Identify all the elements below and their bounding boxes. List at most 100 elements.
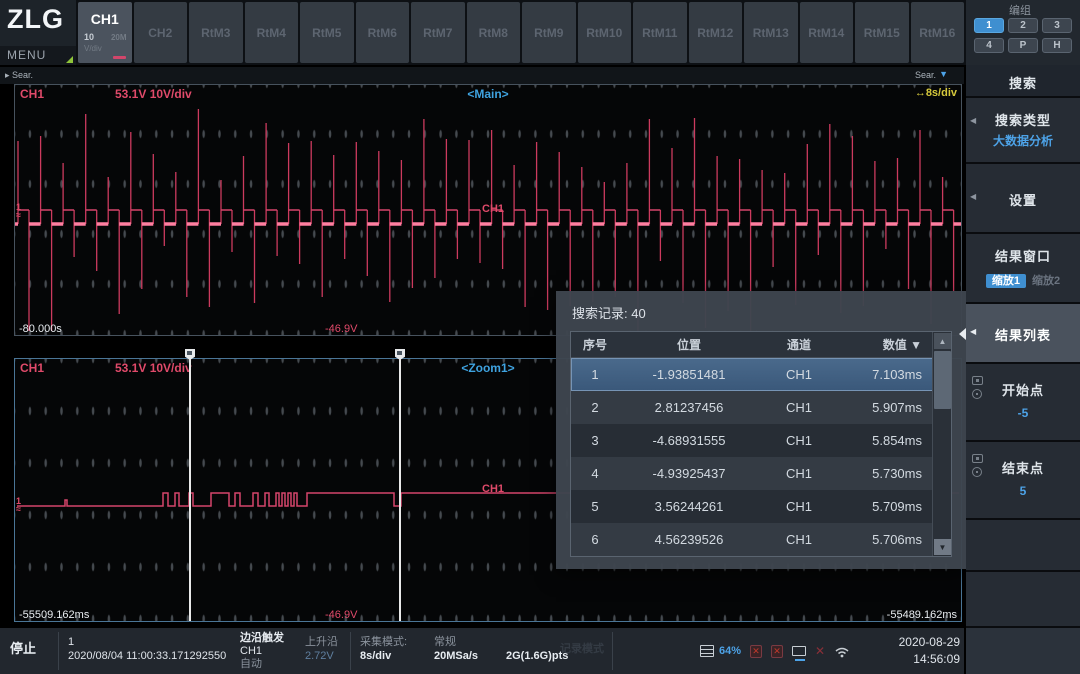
- tab-rtm9[interactable]: RtM9: [522, 2, 576, 63]
- separator: [350, 632, 351, 670]
- search-type-value: 大数据分析: [966, 132, 1080, 149]
- group-buttons: 123 4PH: [974, 18, 1074, 53]
- table-row[interactable]: 22.81237456CH15.907ms: [571, 391, 951, 424]
- oscilloscope-screen: ZLG MENU CH110V/div20MCH2RtM3RtM4RtM5RtM…: [0, 0, 1080, 674]
- scroll-down-button[interactable]: ▼: [934, 539, 951, 555]
- group-button-3[interactable]: 3: [1042, 18, 1072, 33]
- tab-rtm12[interactable]: RtM12: [689, 2, 743, 63]
- column-header[interactable]: 数值 ▼: [839, 332, 932, 357]
- end-point-value: 5: [966, 484, 1080, 498]
- tab-rtm4[interactable]: RtM4: [245, 2, 299, 63]
- sidebar-item-end-point[interactable]: 结束点 5: [966, 442, 1080, 518]
- search-pin-icon: ▼: [939, 69, 948, 79]
- right-sidebar: 搜索 ◀ 搜索类型 大数据分析 ◀ 设置 结果窗口 缩放1缩放2 ◀ 结果列表 …: [966, 65, 1080, 674]
- execute-button[interactable]: 执行: [966, 628, 1080, 674]
- main-window-title: <Main>: [15, 87, 961, 101]
- column-header[interactable]: 通道: [759, 332, 839, 357]
- tab-rtm11[interactable]: RtM11: [633, 2, 687, 63]
- tab-ch2[interactable]: CH2: [134, 2, 188, 63]
- zoom-ground-marker[interactable]: 1≈: [16, 497, 21, 513]
- brand-block: ZLG MENU: [0, 0, 76, 65]
- sidebar-header-search: 搜索: [966, 65, 1080, 96]
- cursor-a[interactable]: [189, 349, 191, 621]
- tab-rtm6[interactable]: RtM6: [356, 2, 410, 63]
- sidebar-empty-panel: [966, 572, 1080, 626]
- menu-corner-triangle-icon: [66, 56, 73, 63]
- search-strip-left-label: ▸ Sear.: [5, 70, 33, 81]
- sd-card-error-icon[interactable]: ✕: [750, 645, 762, 658]
- tab-rtm8[interactable]: RtM8: [467, 2, 521, 63]
- sd-card2-error-icon[interactable]: ✕: [771, 645, 783, 658]
- result-list-title: 结果列表: [966, 325, 1080, 344]
- top-bar: ZLG MENU CH110V/div20MCH2RtM3RtM4RtM5RtM…: [0, 0, 1080, 65]
- result-window-badges: 缩放1 缩放2: [966, 272, 1080, 288]
- zlg-logo: ZLG: [7, 4, 64, 35]
- tab-rtm13[interactable]: RtM13: [744, 2, 798, 63]
- tab-rtm10[interactable]: RtM10: [578, 2, 632, 63]
- results-table-body: 1-1.93851481CH17.103ms22.81237456CH15.90…: [571, 358, 951, 556]
- system-tray: 64% ✕ ✕ ✕: [700, 638, 850, 664]
- system-datetime[interactable]: 2020-08-29 14:56:09: [899, 634, 960, 668]
- acquisition-mode-timebase[interactable]: 采集模式: 8s/div: [360, 635, 407, 663]
- display-network-icon[interactable]: [792, 646, 806, 656]
- scroll-thumb[interactable]: [934, 351, 951, 409]
- sidebar-item-settings[interactable]: ◀ 设置: [966, 164, 1080, 232]
- table-row[interactable]: 4-4.93925437CH15.730ms: [571, 457, 951, 490]
- tab-rtm3[interactable]: RtM3: [189, 2, 243, 63]
- start-point-title: 开始点: [966, 380, 1080, 399]
- start-point-value: -5: [966, 406, 1080, 420]
- main-timebase-label: ↔8s/div: [915, 87, 957, 99]
- zoom1-badge[interactable]: 缩放1: [986, 274, 1026, 288]
- search-marker-strip: ▸ Sear. Sear. ▼: [0, 67, 964, 84]
- acquisition-timestamp: 1 2020/08/04 11:00:33.171292550: [68, 635, 226, 663]
- group-button-1[interactable]: 1: [974, 18, 1004, 33]
- table-row[interactable]: 64.56239526CH15.706ms: [571, 523, 951, 556]
- sidebar-item-start-point[interactable]: 开始点 -5: [966, 364, 1080, 440]
- run-state-label[interactable]: 停止: [10, 642, 36, 656]
- scroll-up-button[interactable]: ▲: [934, 333, 951, 349]
- menu-button[interactable]: MENU: [0, 46, 76, 65]
- sidebar-item-result-window[interactable]: 结果窗口 缩放1 缩放2: [966, 234, 1080, 302]
- group-button-2[interactable]: 2: [1008, 18, 1038, 33]
- table-row[interactable]: 3-4.68931555CH15.854ms: [571, 424, 951, 457]
- end-point-title: 结束点: [966, 458, 1080, 477]
- separator: [612, 632, 613, 670]
- storage-percent: 64%: [719, 645, 741, 657]
- menu-label: MENU: [7, 48, 46, 62]
- storage-icon[interactable]: [700, 645, 714, 657]
- separator: [58, 632, 59, 670]
- main-ground-marker[interactable]: 1≈: [16, 203, 21, 219]
- main-left-time-label: -80.000s: [19, 323, 62, 335]
- sidebar-item-search-type[interactable]: ◀ 搜索类型 大数据分析: [966, 98, 1080, 162]
- main-trace-channel-tag: CH1: [482, 203, 504, 215]
- results-scrollbar[interactable]: ▲ ▼: [932, 332, 951, 556]
- channel-tab-bar: CH110V/div20MCH2RtM3RtM4RtM5RtM6RtM7RtM8…: [78, 2, 964, 63]
- usb-disconnected-icon[interactable]: ✕: [815, 644, 825, 658]
- zoom-right-time-label: -55489.162ms: [887, 609, 957, 621]
- zoom-left-time-label: -55509.162ms: [19, 609, 89, 621]
- results-count-label: 搜索记录: 40: [572, 303, 646, 322]
- wifi-icon[interactable]: [834, 645, 850, 658]
- group-label: 编组: [966, 2, 1074, 18]
- group-button-h[interactable]: H: [1042, 38, 1072, 53]
- table-row[interactable]: 53.56244261CH15.709ms: [571, 490, 951, 523]
- tab-rtm15[interactable]: RtM15: [855, 2, 909, 63]
- results-table: 序号位置通道数值 ▼ 1-1.93851481CH17.103ms22.8123…: [570, 331, 952, 557]
- column-header[interactable]: 序号: [571, 332, 619, 357]
- table-row[interactable]: 1-1.93851481CH17.103ms: [571, 358, 951, 391]
- tab-rtm7[interactable]: RtM7: [411, 2, 465, 63]
- tab-rtm14[interactable]: RtM14: [800, 2, 854, 63]
- group-button-p[interactable]: P: [1008, 38, 1038, 53]
- trigger-info[interactable]: 边沿触发 CH1 自动: [240, 632, 284, 671]
- tab-rtm16[interactable]: RtM16: [911, 2, 965, 63]
- sidebar-item-result-list[interactable]: ◀ 结果列表: [966, 304, 1080, 362]
- tab-ch1[interactable]: CH110V/div20M: [78, 2, 132, 63]
- column-header[interactable]: 位置: [619, 332, 759, 357]
- sidebar-empty-panel: [966, 520, 1080, 570]
- result-window-title: 结果窗口: [966, 246, 1080, 265]
- zoom2-badge[interactable]: 缩放2: [1032, 275, 1060, 287]
- group-button-4[interactable]: 4: [974, 38, 1004, 53]
- cursor-b[interactable]: [399, 349, 401, 621]
- tab-rtm5[interactable]: RtM5: [300, 2, 354, 63]
- zoom-trace-channel-tag: CH1: [482, 483, 504, 495]
